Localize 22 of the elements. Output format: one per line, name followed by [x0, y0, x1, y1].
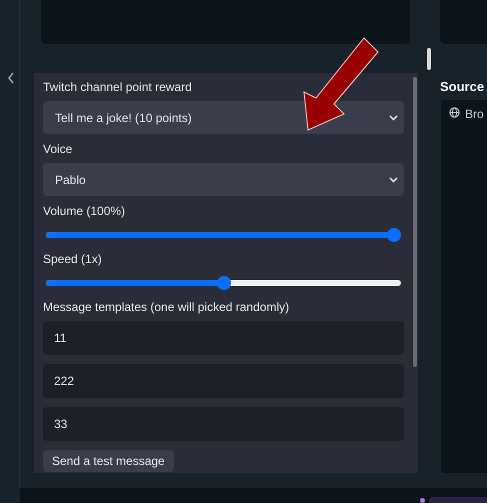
scrollbar-thumb[interactable] [413, 77, 417, 367]
template-field[interactable]: 33 [43, 407, 404, 441]
dropdown[interactable]: Tell me a joke! (10 points) [43, 101, 404, 134]
source-item[interactable]: Bro [465, 105, 484, 123]
notification-dot [420, 498, 425, 503]
field-label: Message templates (one will picked randomly) [43, 300, 290, 314]
slider-thumb[interactable] [216, 276, 230, 290]
collapse-icon[interactable] [7, 72, 15, 84]
template-field[interactable]: 11 [43, 321, 404, 355]
field-label: Volume (100%) [43, 204, 126, 218]
caret-icon [389, 114, 398, 120]
field-label: Twitch channel point reward [43, 80, 193, 94]
sources-heading: Source [440, 78, 484, 96]
dropdown[interactable]: Pablo [43, 163, 404, 196]
send-button[interactable]: Send a test message [43, 450, 174, 472]
globe-icon [449, 107, 460, 118]
field-label: Voice [43, 142, 74, 156]
slider-thumb[interactable] [386, 228, 401, 242]
caret-icon [389, 176, 398, 182]
field-label: Speed (1x) [43, 252, 103, 266]
template-field[interactable]: 222 [43, 364, 404, 398]
scrollbar-thumb[interactable] [427, 48, 431, 70]
